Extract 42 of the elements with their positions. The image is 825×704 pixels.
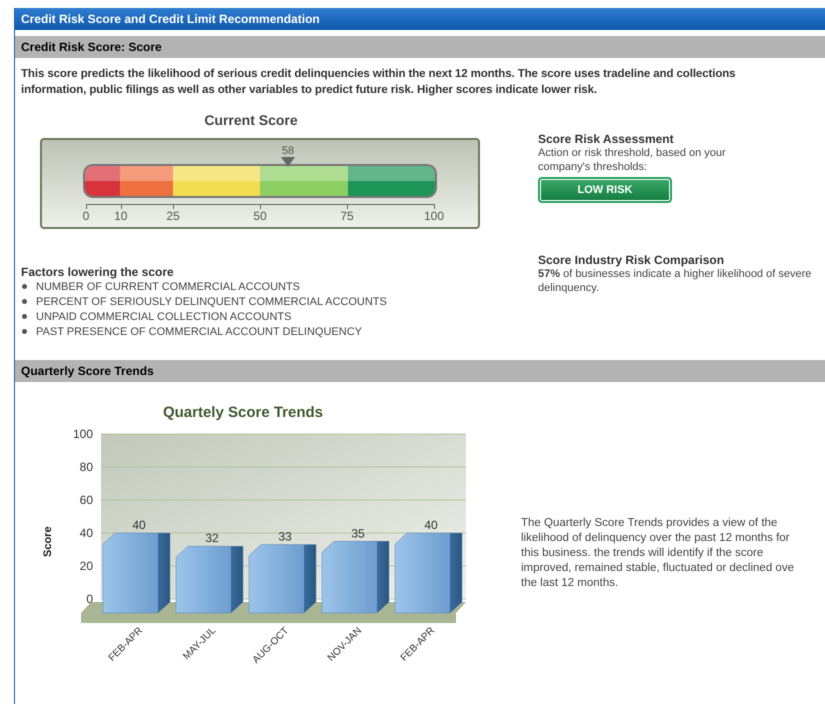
comparison-title: Score Industry Risk Comparison (538, 253, 726, 267)
scale-label: 50 (253, 209, 267, 223)
factor-item: PAST PRESENCE OF COMMERCIAL ACCOUNT DELINQUENCY (36, 326, 362, 338)
trends-description: The Quarterly Score Trends provides a view of the likelihood of delinquency over the past 12 months for this business. the trends will identify if the score improved, remained stable, fluctuated or declined ove the last 12 months. (521, 516, 795, 591)
y-axis-label: Score (42, 526, 54, 557)
gauge-title: Current Score (203, 112, 299, 128)
bullet-icon (22, 314, 27, 319)
y-tick-label: 100 (72, 427, 93, 441)
panel-title: Credit Risk Score and Credit Limit Recommendation (15, 8, 825, 30)
data-label: 33 (278, 530, 292, 544)
factors-title: Factors lowering the score (21, 265, 175, 279)
factor-item: PERCENT OF SERIOUSLY DELINQUENT COMMERCIAL ACCOUNTS (36, 296, 387, 308)
y-tick-label: 40 (80, 526, 93, 540)
y-tick-label: 80 (80, 460, 93, 474)
risk-badge: LOW RISK (538, 177, 672, 203)
data-label: 40 (132, 518, 146, 532)
data-label: 32 (205, 531, 219, 546)
data-label: 40 (424, 518, 438, 532)
chart-title: Quartely Score Trends (162, 404, 324, 421)
chart-bar (248, 544, 316, 614)
factor-item: UNPAID COMMERCIAL COLLECTION ACCOUNTS (36, 310, 292, 322)
scale-label: 0 (82, 209, 90, 223)
bullet-icon (22, 299, 27, 304)
chart-bar (176, 546, 244, 614)
data-label: 35 (351, 526, 365, 540)
section-heading: Credit Risk Score: Score (15, 36, 825, 58)
scale-label: 100 (424, 209, 444, 223)
assessment-title: Score Risk Assessment (538, 132, 675, 146)
section-heading: Quarterly Score Trends (15, 360, 825, 382)
score-reading: 58 (282, 145, 294, 157)
comparison-text: 57% of businesses indicate a higher likelihood of severe delinquency. (538, 267, 812, 295)
y-tick-label: 0 (86, 592, 93, 606)
bullet-icon (22, 284, 27, 289)
bullet-icon (22, 329, 27, 334)
scale-label: 10 (114, 209, 128, 223)
scale-label: 25 (166, 209, 180, 223)
score-description: This score predicts the likelihood of serious credit delinquencies within the next 12 months. The score uses tradeline and collections information, public filings as well as other variables to predict future risk. Higher scores indicate lower risk. (21, 67, 736, 98)
y-tick-label: 20 (80, 559, 93, 573)
assessment-text: Action or risk threshold, based on your company's thresholds: (538, 146, 727, 174)
y-tick-label: 60 (80, 493, 93, 507)
scale-label: 75 (340, 209, 354, 223)
factor-item: NUMBER OF CURRENT COMMERCIAL ACCOUNTS (36, 280, 300, 292)
